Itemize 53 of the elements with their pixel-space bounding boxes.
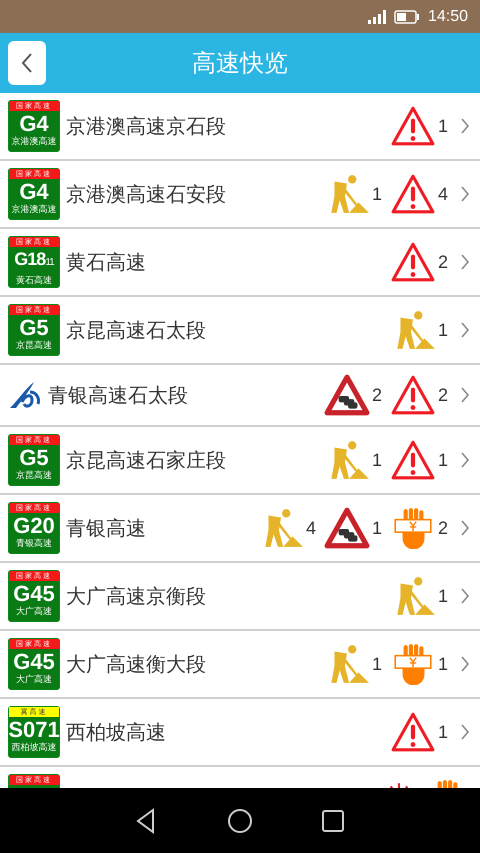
chevron-icon bbox=[460, 723, 470, 741]
chevron-icon bbox=[460, 655, 470, 673]
event-count: 1 bbox=[372, 184, 384, 204]
chevron-icon bbox=[460, 587, 470, 605]
event-count: 1 bbox=[438, 722, 450, 742]
highway-name: 京港澳高速京石段 bbox=[66, 112, 227, 140]
chevron-icon bbox=[460, 117, 470, 135]
chevron-icon bbox=[460, 253, 470, 271]
chevron-icon bbox=[460, 451, 470, 469]
highway-name: 大广高速京衡段 bbox=[66, 582, 207, 610]
event-count: 4 bbox=[306, 518, 318, 538]
event-count: 1 bbox=[438, 450, 450, 470]
battery-icon bbox=[394, 10, 420, 24]
chevron-icon bbox=[460, 185, 470, 203]
event-count: 2 bbox=[438, 384, 450, 406]
page-title: 高速快览 bbox=[192, 48, 288, 79]
event-count: 1 bbox=[372, 450, 384, 470]
clock: 14:50 bbox=[428, 8, 468, 26]
highway-name: 青银高速 bbox=[66, 514, 147, 542]
highway-name: 青银高速石太段 bbox=[48, 382, 189, 408]
highway-name: 京港澳高速石安段 bbox=[66, 180, 227, 208]
highway-row[interactable]: 青银高速石太段 2 2 bbox=[0, 365, 480, 427]
event-count: 2 bbox=[438, 252, 450, 272]
highway-name: 京昆高速石家庄段 bbox=[66, 446, 227, 474]
event-count: 4 bbox=[438, 184, 450, 204]
event-count: 2 bbox=[438, 518, 450, 538]
signal-icon bbox=[368, 10, 386, 24]
event-count: 1 bbox=[372, 518, 384, 538]
warning-icon bbox=[390, 439, 436, 481]
event-count: 1 bbox=[438, 320, 450, 340]
chevron-icon bbox=[460, 321, 470, 339]
warning-icon bbox=[390, 711, 436, 753]
traffic-jam-icon bbox=[324, 374, 370, 416]
event-count: 1 bbox=[438, 654, 450, 674]
back-button[interactable] bbox=[8, 41, 46, 85]
chevron-icon bbox=[460, 519, 470, 537]
warning-icon bbox=[390, 173, 436, 215]
highway-name: 西柏坡高速 bbox=[66, 718, 167, 746]
highway-name: 京昆高速石太段 bbox=[66, 316, 207, 344]
warning-icon bbox=[390, 105, 436, 147]
highway-logo-icon bbox=[8, 380, 42, 410]
event-count: 2 bbox=[372, 384, 384, 406]
event-count: 1 bbox=[438, 116, 450, 136]
highway-name: 黄石高速 bbox=[66, 248, 147, 276]
chevron-icon bbox=[460, 386, 470, 404]
traffic-jam-icon bbox=[324, 507, 370, 549]
warning-icon bbox=[390, 374, 436, 416]
warning-icon bbox=[390, 241, 436, 283]
home-icon[interactable] bbox=[226, 806, 254, 834]
event-count: 1 bbox=[372, 654, 384, 674]
event-count: 1 bbox=[438, 586, 450, 606]
back-icon bbox=[21, 52, 33, 74]
highway-name: 大广高速衡大段 bbox=[66, 650, 207, 678]
